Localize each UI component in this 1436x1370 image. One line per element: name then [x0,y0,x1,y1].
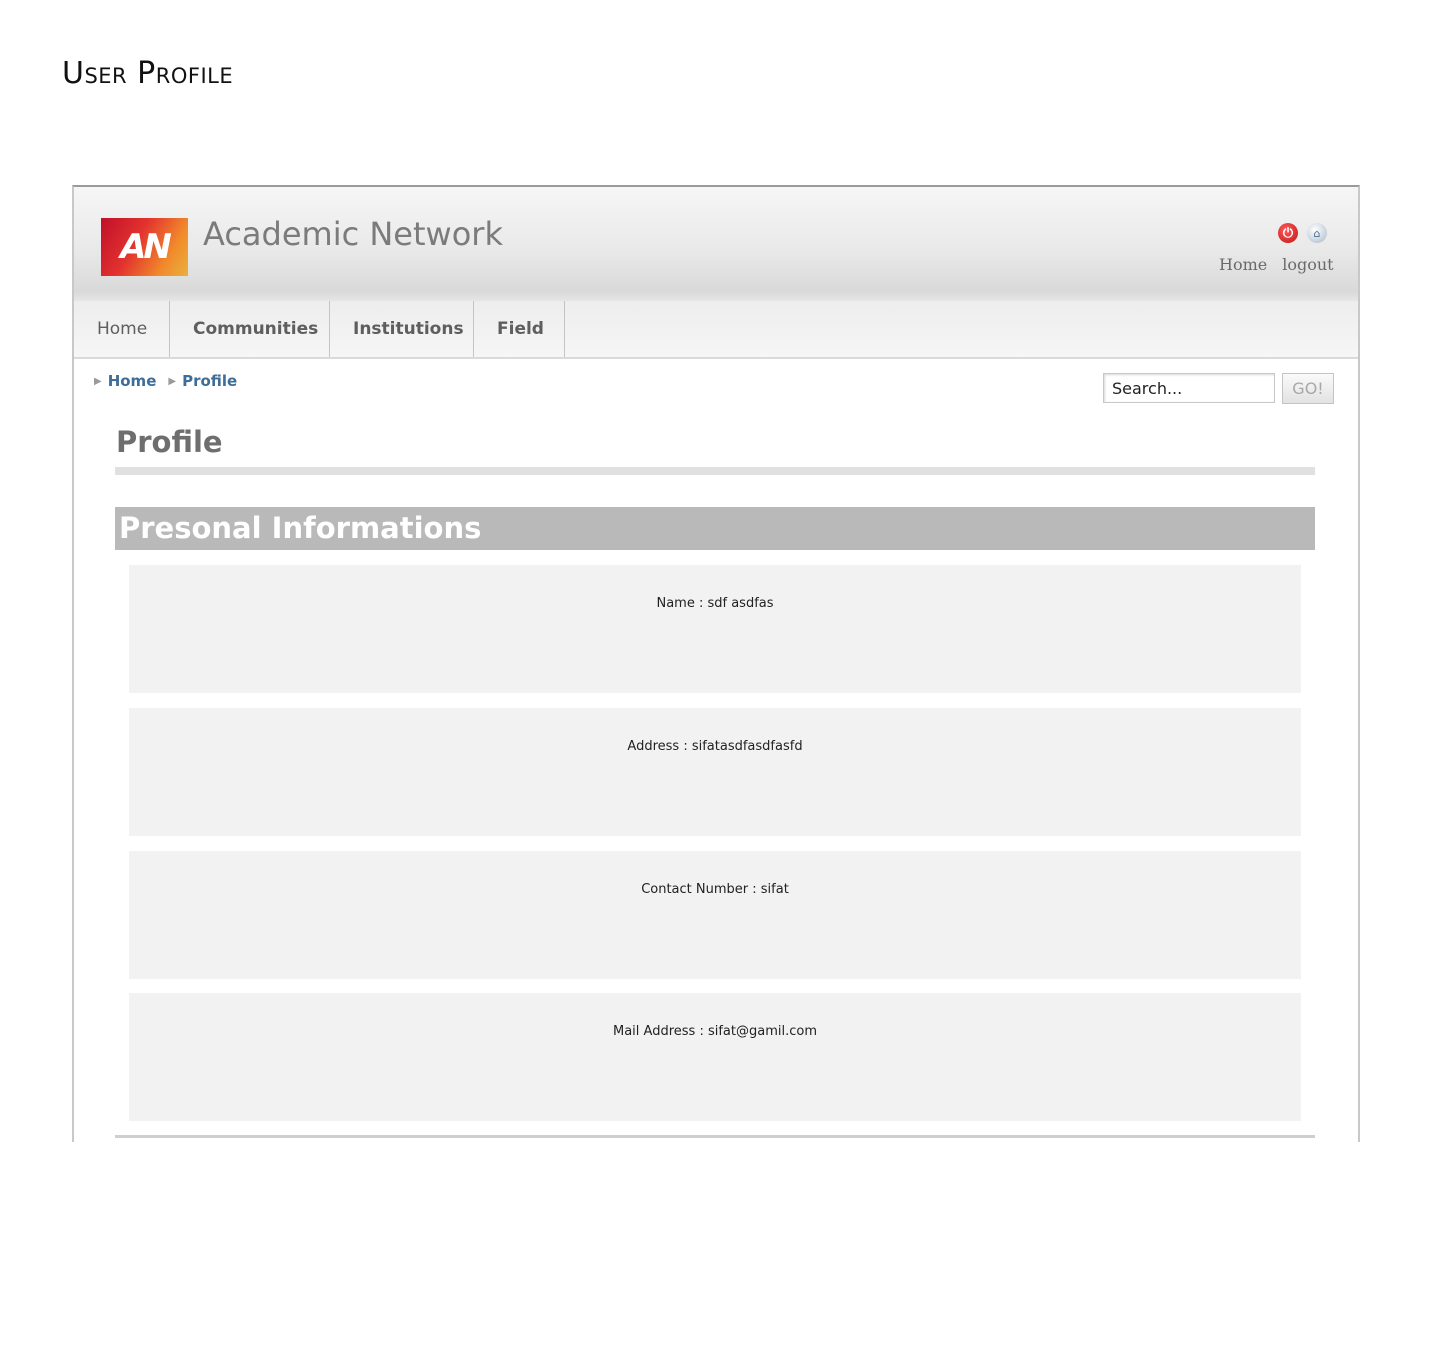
nav-item-institutions[interactable]: Institutions [330,301,474,357]
breadcrumb: ▶ Home ▶ Profile [94,372,237,390]
logo-text: AN [120,227,172,267]
nav-item-field[interactable]: Field [474,301,565,357]
breadcrumb-profile[interactable]: Profile [182,372,237,390]
breadcrumb-arrow-icon: ▶ [168,375,177,387]
top-icons: ⏻ ⌂ [1278,223,1327,243]
profile-field-name: Name : sdf asdfas [129,565,1301,693]
top-links: Home logout [1219,255,1334,274]
profile-field-contact-number: Contact Number : sifat [129,851,1301,979]
nav-item-communities[interactable]: Communities [170,301,330,357]
search-go-button[interactable]: GO! [1282,373,1334,404]
page-title: Profile [116,425,223,459]
title-divider [115,467,1315,475]
top-link-home[interactable]: Home [1219,255,1267,274]
profile-field-mail-address: Mail Address : sifat@gamil.com [129,993,1301,1121]
breadcrumb-home[interactable]: Home [108,372,157,390]
nav-item-home[interactable]: Home [74,301,170,357]
breadcrumb-arrow-icon: ▶ [94,375,102,387]
top-link-logout[interactable]: logout [1282,255,1333,274]
site-title: Academic Network [203,215,503,253]
home-globe-icon[interactable]: ⌂ [1307,223,1327,243]
site-logo[interactable]: AN [101,218,188,276]
browser-page-frame: AN Academic Network ⏻ ⌂ Home logout Home… [72,185,1360,1142]
bottom-divider [115,1135,1315,1138]
section-header-personal-info: Presonal Informations [115,507,1315,550]
profile-field-address: Address : sifatasdfasdfasfd [129,708,1301,836]
main-nav: Home Communities Institutions Field [74,301,1358,359]
site-header: AN Academic Network ⏻ ⌂ Home logout [74,187,1358,301]
search-input[interactable] [1103,373,1275,403]
document-heading: User Profile [62,56,234,91]
power-icon[interactable]: ⏻ [1278,223,1298,243]
